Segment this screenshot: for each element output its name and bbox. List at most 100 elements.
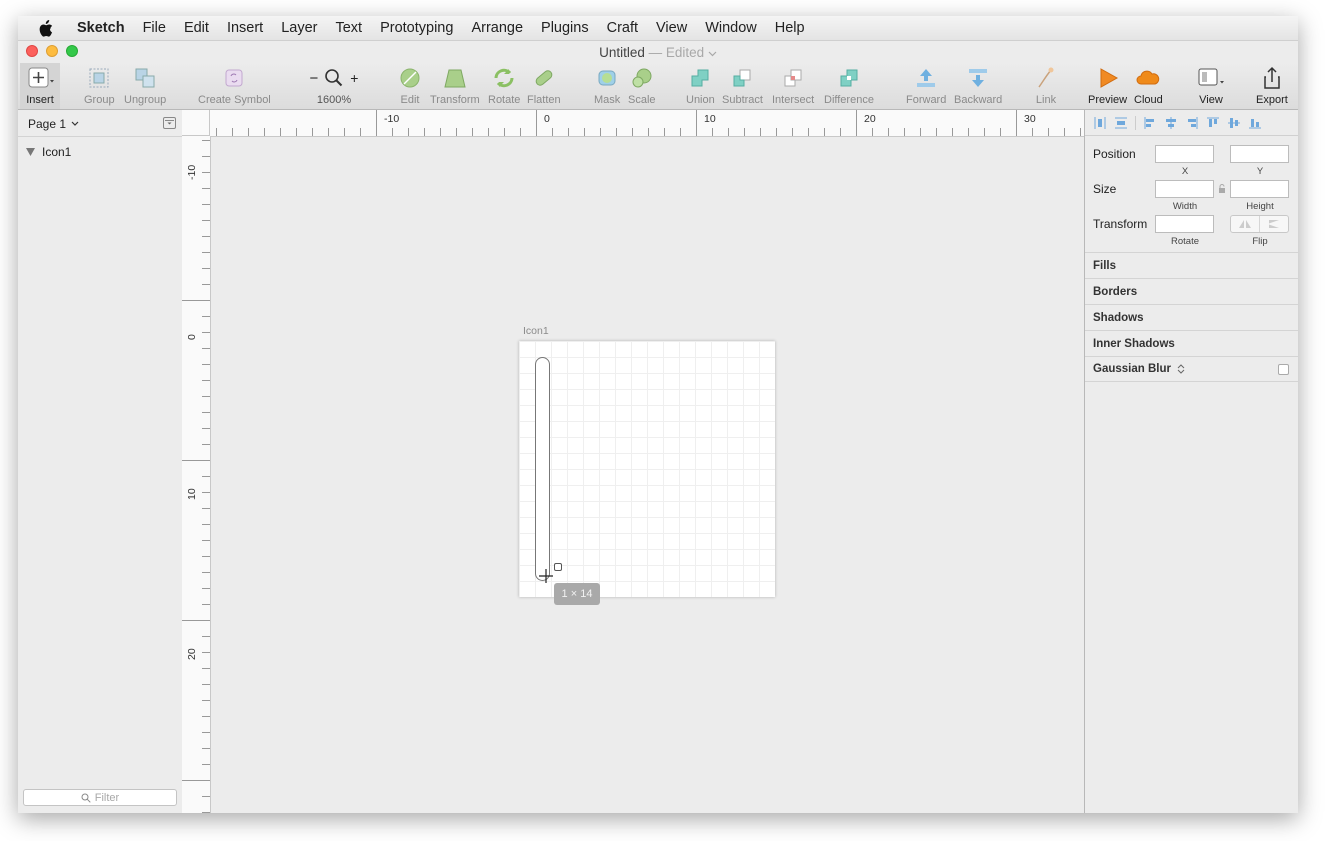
forward-icon [914, 65, 938, 91]
filter-placeholder: Filter [94, 791, 120, 804]
zoom-level[interactable]: 1600% [317, 94, 351, 106]
gaussian-blur-label[interactable]: Gaussian Blur [1093, 363, 1171, 375]
flip-horizontal-icon[interactable] [1231, 216, 1259, 232]
rotate-input[interactable] [1155, 215, 1214, 233]
collapse-pages-icon[interactable] [163, 117, 176, 129]
fills-section[interactable]: Fills [1085, 252, 1298, 278]
menu-craft[interactable]: Craft [598, 20, 647, 36]
view-button[interactable]: View [1196, 63, 1226, 109]
ungroup-button[interactable]: Ungroup [124, 63, 166, 109]
menu-view[interactable]: View [647, 20, 696, 36]
union-button[interactable]: Union [686, 63, 715, 109]
intersect-button[interactable]: Intersect [772, 63, 814, 109]
create-symbol-button[interactable]: Create Symbol [198, 63, 271, 109]
layer-row[interactable]: Icon1 [26, 145, 71, 159]
view-label: View [1199, 94, 1223, 106]
group-icon [87, 65, 111, 91]
link-button[interactable]: Link [1034, 63, 1058, 109]
union-label: Union [686, 94, 715, 106]
lock-icon[interactable] [1218, 184, 1226, 194]
edit-button[interactable]: Edit [398, 63, 422, 109]
preview-label: Preview [1088, 94, 1128, 106]
menu-edit[interactable]: Edit [175, 20, 218, 36]
menu-insert[interactable]: Insert [218, 20, 272, 36]
flatten-button[interactable]: Flatten [527, 63, 561, 109]
size-tooltip: 1 × 14 [554, 583, 600, 605]
align-center-icon[interactable] [1164, 116, 1178, 130]
menu-help[interactable]: Help [766, 20, 814, 36]
disclosure-triangle-icon[interactable] [26, 148, 35, 156]
ruler-label: 20 [186, 648, 198, 660]
align-left-icon[interactable] [1143, 116, 1157, 130]
zoom-out-button[interactable]: − [310, 70, 319, 87]
insert-button[interactable]: Insert [20, 63, 60, 109]
height-input[interactable] [1230, 180, 1289, 198]
inner-shadows-section[interactable]: Inner Shadows [1085, 330, 1298, 356]
forward-button[interactable]: Forward [906, 63, 946, 109]
align-top-icon[interactable] [1206, 116, 1220, 130]
shadows-section[interactable]: Shadows [1085, 304, 1298, 330]
group-button[interactable]: Group [84, 63, 115, 109]
menu-layer[interactable]: Layer [272, 20, 326, 36]
updown-chevron-icon[interactable] [1177, 364, 1185, 374]
page-selector[interactable]: Page 1 [28, 117, 79, 131]
position-y-input[interactable] [1230, 145, 1289, 163]
union-icon [688, 65, 712, 91]
align-middle-icon[interactable] [1227, 116, 1241, 130]
shadows-label: Shadows [1093, 311, 1144, 324]
menu-text[interactable]: Text [326, 20, 371, 36]
cloud-button[interactable]: Cloud [1134, 63, 1163, 109]
artboard[interactable] [519, 341, 775, 597]
scale-button[interactable]: Scale [628, 63, 656, 109]
vertical-ruler[interactable]: -10 0 10 20 [182, 136, 211, 813]
forward-label: Forward [906, 94, 947, 106]
document-name: Untitled [599, 45, 645, 60]
ruler-label: 0 [186, 334, 198, 340]
difference-button[interactable]: Difference [824, 63, 874, 109]
borders-section[interactable]: Borders [1085, 278, 1298, 304]
flip-vertical-icon[interactable] [1259, 216, 1288, 232]
align-right-icon[interactable] [1185, 116, 1199, 130]
window-title[interactable]: Untitled — Edited [18, 45, 1298, 60]
gaussian-blur-checkbox[interactable] [1278, 363, 1289, 375]
menu-plugins[interactable]: Plugins [532, 20, 598, 36]
apple-icon[interactable] [38, 19, 60, 37]
preview-button[interactable]: Preview [1088, 63, 1127, 109]
difference-label: Difference [824, 94, 874, 106]
backward-button[interactable]: Backward [954, 63, 1002, 109]
symbol-icon [222, 65, 246, 91]
menu-sketch[interactable]: Sketch [68, 20, 134, 36]
rotate-button[interactable]: Rotate [488, 63, 520, 109]
position-x-input[interactable] [1155, 145, 1214, 163]
artboard-name[interactable]: Icon1 [523, 325, 549, 337]
export-button[interactable]: Export [1256, 63, 1288, 109]
transform-button[interactable]: Transform [430, 63, 480, 109]
chevron-down-icon [708, 51, 717, 57]
gaussian-blur-section[interactable]: Gaussian Blur [1085, 356, 1298, 382]
rounded-rectangle-shape[interactable] [535, 357, 550, 581]
ruler-label: 10 [704, 113, 716, 125]
flip-caption: Flip [1252, 236, 1268, 247]
ruler-label: 30 [1024, 113, 1036, 125]
crosshair-cursor-icon [539, 569, 553, 583]
ruler-ticks [216, 110, 1081, 136]
menu-prototyping[interactable]: Prototyping [371, 20, 462, 36]
layer-filter-input[interactable]: Filter [23, 789, 177, 806]
align-bottom-icon[interactable] [1248, 116, 1262, 130]
resize-handle[interactable] [554, 563, 562, 571]
width-input[interactable] [1155, 180, 1214, 198]
layers-panel: Page 1 Icon1 Filter [18, 110, 183, 813]
menu-window[interactable]: Window [696, 20, 766, 36]
distribute-horizontal-icon[interactable] [1093, 116, 1107, 130]
difference-icon [837, 65, 861, 91]
canvas[interactable]: Icon1 1 × 14 [211, 137, 1084, 813]
menu-file[interactable]: File [134, 20, 175, 36]
horizontal-ruler[interactable]: -10 0 10 20 30 [210, 110, 1084, 137]
menu-arrange[interactable]: Arrange [462, 20, 532, 36]
ungroup-icon [133, 65, 157, 91]
zoom-in-button[interactable]: + [350, 70, 358, 86]
subtract-button[interactable]: Subtract [722, 63, 763, 109]
mask-button[interactable]: Mask [594, 63, 620, 109]
cloud-label: Cloud [1134, 94, 1163, 106]
distribute-vertical-icon[interactable] [1114, 116, 1128, 130]
